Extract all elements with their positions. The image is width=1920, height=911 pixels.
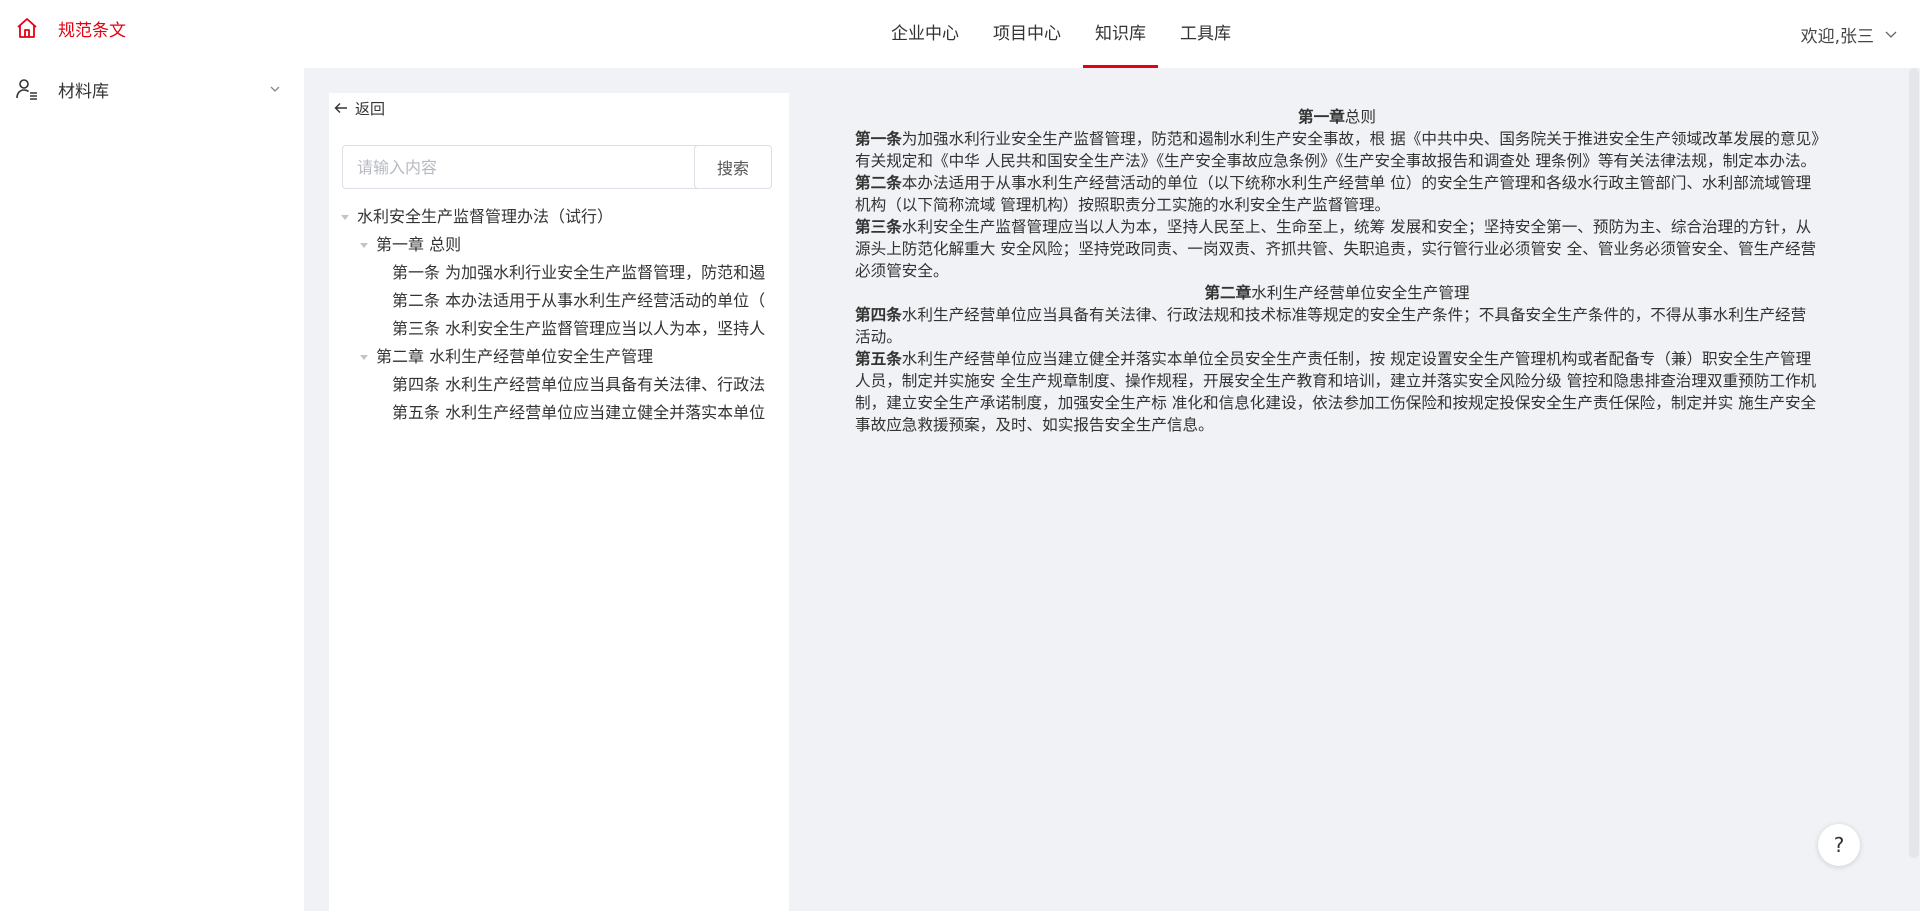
nav-enterprise-center[interactable]: 企业中心	[879, 0, 971, 68]
home-icon	[14, 15, 40, 41]
tree-node[interactable]: 第二条 本办法适用于从事水利生产经营活动的单位（	[329, 287, 789, 315]
tree-node-label: 第一章 总则	[376, 235, 462, 254]
sidebar-item-label: 规范条文	[58, 20, 126, 41]
tree-node[interactable]: 第四条 水利生产经营单位应当具备有关法律、行政法	[329, 371, 789, 399]
sidebar-item-label: 材料库	[58, 81, 109, 102]
tree-node-label: 第五条 水利生产经营单位应当建立健全并落实本单位	[392, 403, 766, 422]
article-paragraph: 第三条水利安全生产监督管理应当以人为本，坚持人民至上、生命至上，统筹 发展和安全…	[855, 218, 1817, 280]
tree-panel: 返回 搜索 水利安全生产监督管理办法（试行） 第一章 总则 第一条 为加强水利行…	[329, 93, 789, 911]
article-paragraph: 第一条为加强水利行业安全生产监督管理，防范和遏制水利生产安全事故，根 据《中共中…	[855, 130, 1819, 170]
tree-node-label: 第二章 水利生产经营单位安全生产管理	[376, 347, 654, 366]
tree-node[interactable]: 第五条 水利生产经营单位应当建立健全并落实本单位	[329, 399, 789, 427]
arrow-left-icon	[334, 103, 347, 113]
chapter-title: 第一章总则	[1298, 108, 1376, 126]
top-nav: 企业中心 项目中心 知识库 工具库	[879, 0, 1253, 68]
tree-node-label: 第四条 水利生产经营单位应当具备有关法律、行政法	[392, 375, 766, 394]
tree: 水利安全生产监督管理办法（试行） 第一章 总则 第一条 为加强水利行业安全生产监…	[329, 203, 789, 427]
tree-node-label: 第三条 水利安全生产监督管理应当以人为本，坚持人	[392, 319, 766, 338]
caret-down-icon	[356, 349, 372, 365]
document-content: 第一章总则 第一条为加强水利行业安全生产监督管理，防范和遏制水利生产安全事故，根…	[855, 106, 1819, 436]
tree-node[interactable]: 第三条 水利安全生产监督管理应当以人为本，坚持人	[329, 315, 789, 343]
article-paragraph: 第五条水利生产经营单位应当建立健全并落实本单位全员安全生产责任制，按 规定设置安…	[855, 350, 1817, 434]
top-header: 企业中心 项目中心 知识库 工具库 欢迎,张三	[304, 0, 1920, 68]
scrollbar-thumb[interactable]	[1909, 68, 1919, 858]
help-button[interactable]: ?	[1818, 824, 1860, 866]
article-paragraph: 第二条本办法适用于从事水利生产经营活动的单位（以下统称水利生产经营单 位）的安全…	[855, 174, 1812, 214]
back-button[interactable]: 返回	[333, 95, 385, 121]
sidebar-item-materials[interactable]: 材料库	[0, 60, 304, 118]
user-greeting: 欢迎,张三	[1800, 26, 1874, 47]
tree-node[interactable]: 第一条 为加强水利行业安全生产监督管理，防范和遏	[329, 259, 789, 287]
back-label: 返回	[355, 99, 386, 118]
search-input[interactable]	[342, 145, 698, 189]
user-menu[interactable]: 欢迎,张三	[1801, 0, 1898, 68]
caret-down-icon	[356, 237, 372, 253]
tree-node[interactable]: 水利安全生产监督管理办法（试行）	[329, 203, 789, 231]
chevron-down-icon	[1885, 31, 1897, 38]
nav-knowledge-base[interactable]: 知识库	[1083, 0, 1158, 68]
chevron-down-icon	[270, 86, 280, 92]
user-list-icon	[14, 76, 40, 102]
nav-tool-library[interactable]: 工具库	[1168, 0, 1243, 68]
caret-down-icon	[337, 209, 353, 225]
search-button[interactable]: 搜索	[694, 145, 772, 189]
tree-node-label: 第二条 本办法适用于从事水利生产经营活动的单位（	[392, 291, 766, 310]
tree-node-label: 水利安全生产监督管理办法（试行）	[357, 207, 614, 226]
tree-node[interactable]: 第一章 总则	[329, 231, 789, 259]
tree-node[interactable]: 第二章 水利生产经营单位安全生产管理	[329, 343, 789, 371]
scrollbar[interactable]	[1908, 68, 1920, 911]
chapter-title: 第二章水利生产经营单位安全生产管理	[1204, 284, 1470, 302]
nav-project-center[interactable]: 项目中心	[981, 0, 1073, 68]
sidebar: 规范条文 材料库	[0, 0, 304, 911]
article-paragraph: 第四条水利生产经营单位应当具备有关法律、行政法规和技术标准等规定的安全生产条件；…	[855, 306, 1807, 346]
search-bar: 搜索	[342, 145, 772, 189]
sidebar-item-standards[interactable]: 规范条文	[0, 0, 304, 56]
tree-node-label: 第一条 为加强水利行业安全生产监督管理，防范和遏	[392, 263, 766, 282]
